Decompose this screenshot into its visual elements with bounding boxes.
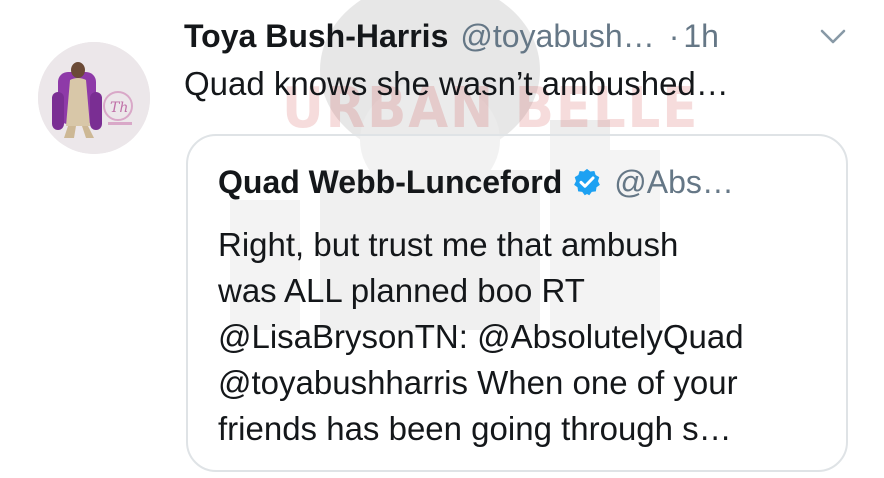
chevron-down-icon[interactable] — [818, 24, 848, 48]
separator-dot: · — [668, 17, 680, 54]
quoted-tweet-line: @LisaBrysonTN: @AbsolutelyQuad — [218, 318, 744, 355]
quoted-tweet-line: was ALL planned boo RT — [218, 272, 585, 309]
verified-badge-icon — [574, 168, 601, 196]
tweet-screenshot: URBAN BELLE Th Toya Bush-Harris @toyabus… — [0, 0, 884, 478]
quoted-tweet-card[interactable]: Quad Webb-Lunceford @Abs… Right, but tru… — [186, 134, 848, 472]
quoted-tweet-text: Right, but trust me that ambush was ALL … — [218, 222, 828, 452]
quoted-author-display-name: Quad Webb-Lunceford — [218, 163, 563, 200]
svg-text:Th: Th — [110, 100, 128, 116]
quoted-tweet-line: Right, but trust me that ambush — [218, 226, 679, 263]
tweet-timestamp[interactable]: 1h — [683, 18, 719, 55]
author-handle[interactable]: @toyabush… — [460, 18, 654, 55]
quoted-tweet-header: Quad Webb-Lunceford @Abs… — [218, 160, 734, 204]
quoted-author-handle: @Abs… — [614, 163, 734, 200]
author-display-name[interactable]: Toya Bush-Harris — [184, 18, 448, 55]
tweet-text: Quad knows she wasn’t ambushed… — [184, 65, 729, 102]
tweet-header: Toya Bush-Harris @toyabush… · 1h — [184, 14, 719, 58]
profile-avatar: Th — [38, 42, 150, 154]
quoted-tweet-line: @toyabushharris When one of your — [218, 364, 738, 401]
quoted-tweet-line: friends has been going through s… — [218, 410, 732, 447]
avatar[interactable]: Th — [38, 42, 150, 154]
